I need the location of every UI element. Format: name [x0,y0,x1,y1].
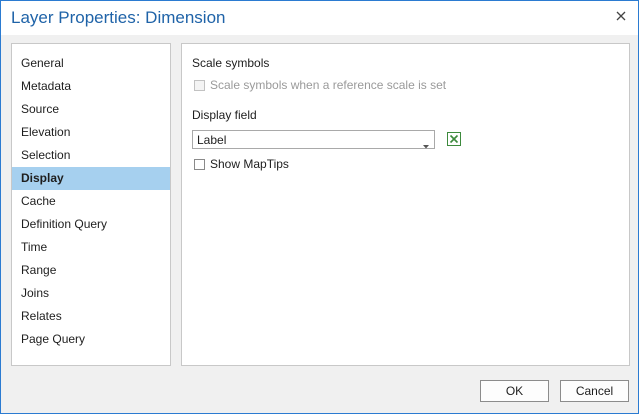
show-maptips-label: Show MapTips [210,157,289,171]
sidebar-item-selection[interactable]: Selection [12,144,170,167]
sidebar-nav: General Metadata Source Elevation Select… [11,43,171,366]
ok-button[interactable]: OK [480,380,549,402]
expression-icon[interactable] [446,131,462,147]
display-field-value: Label [197,133,227,147]
show-maptips-row: Show MapTips [194,156,289,172]
cancel-button[interactable]: Cancel [560,380,629,402]
sidebar-item-cache[interactable]: Cache [12,190,170,213]
close-icon[interactable] [614,9,628,23]
title-bar: Layer Properties: Dimension [1,1,638,35]
sidebar-item-page-query[interactable]: Page Query [12,328,170,351]
layer-properties-dialog: Layer Properties: Dimension General Meta… [0,0,639,414]
display-panel: Scale symbols Scale symbols when a refer… [181,43,630,366]
scale-symbols-checkbox-label: Scale symbols when a reference scale is … [210,78,447,92]
display-field-select[interactable]: Label [192,130,435,149]
scale-symbols-checkbox[interactable] [194,79,205,91]
scale-symbols-row: Scale symbols when a reference scale is … [194,77,446,93]
chevron-down-icon [423,138,429,152]
sidebar-item-display[interactable]: Display [12,167,170,190]
dialog-body: General Metadata Source Elevation Select… [1,35,638,413]
sidebar-item-definition-query[interactable]: Definition Query [12,213,170,236]
sidebar-item-range[interactable]: Range [12,259,170,282]
sidebar-item-relates[interactable]: Relates [12,305,170,328]
display-field-heading: Display field [192,108,257,122]
sidebar-item-joins[interactable]: Joins [12,282,170,305]
sidebar-item-general[interactable]: General [12,52,170,75]
scale-symbols-heading: Scale symbols [192,56,270,70]
sidebar-item-time[interactable]: Time [12,236,170,259]
sidebar-item-source[interactable]: Source [12,98,170,121]
show-maptips-checkbox[interactable] [194,158,205,170]
dialog-title: Layer Properties: Dimension [11,8,226,27]
sidebar-item-metadata[interactable]: Metadata [12,75,170,98]
sidebar-item-elevation[interactable]: Elevation [12,121,170,144]
